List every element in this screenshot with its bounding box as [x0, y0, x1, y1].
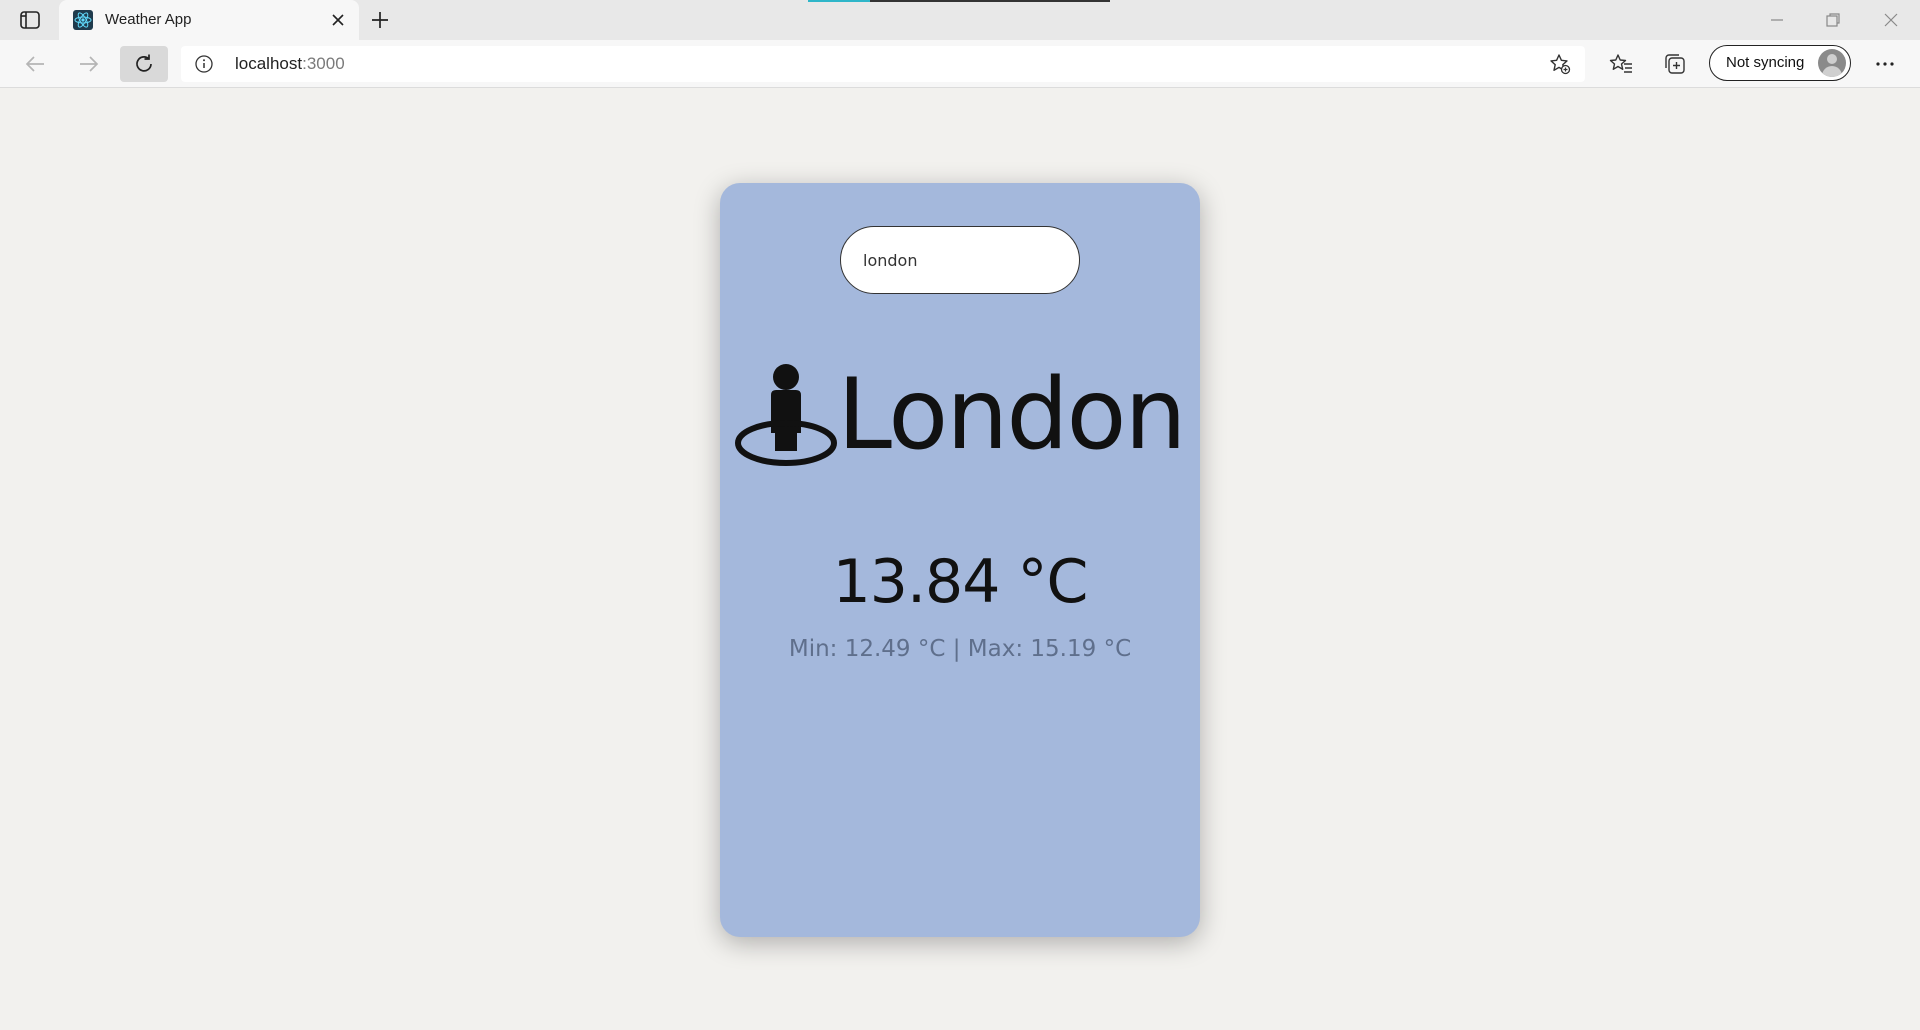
profile-sync-button[interactable]: Not syncing [1709, 45, 1851, 81]
loading-indicator [808, 0, 1110, 2]
tab-title: Weather App [105, 11, 192, 28]
restore-icon[interactable] [1818, 8, 1848, 32]
city-search-input[interactable] [840, 226, 1080, 294]
forward-icon[interactable] [72, 47, 106, 81]
add-favorite-icon[interactable] [1549, 53, 1571, 75]
current-temperature: 13.84 °C [832, 547, 1089, 617]
close-tab-icon[interactable] [329, 11, 347, 29]
person-on-location-pin-icon [735, 364, 838, 466]
city-heading: London [720, 355, 1200, 475]
sync-label: Not syncing [1726, 54, 1805, 71]
min-max-temperature: Min: 12.49 °C | Max: 15.19 °C [788, 636, 1132, 662]
city-name: London [837, 358, 1186, 472]
avatar-icon [1818, 49, 1846, 77]
browser-toolbar: localhost:3000 Not syncing [0, 40, 1920, 88]
tab-bar: Weather App [0, 0, 1920, 40]
favorites-icon[interactable] [1608, 51, 1634, 77]
back-icon[interactable] [18, 47, 52, 81]
new-tab-icon[interactable] [368, 9, 392, 31]
site-info-icon[interactable] [195, 55, 213, 73]
tab-weather-app[interactable]: Weather App [59, 0, 359, 40]
weather-card: London 13.84 °C Min: 12.49 °C | Max: 15.… [720, 183, 1200, 937]
collections-icon[interactable] [1662, 51, 1688, 77]
react-logo-icon [73, 10, 93, 30]
more-options-icon[interactable] [1872, 51, 1898, 77]
url-text[interactable]: localhost:3000 [235, 54, 345, 74]
close-window-icon[interactable] [1876, 8, 1906, 32]
url-host: localhost [235, 54, 303, 73]
tab-actions-icon[interactable] [16, 8, 44, 32]
reload-icon[interactable] [120, 46, 168, 82]
address-bar[interactable]: localhost:3000 [181, 46, 1585, 82]
minimize-icon[interactable] [1762, 8, 1792, 32]
url-port: :3000 [302, 54, 345, 73]
